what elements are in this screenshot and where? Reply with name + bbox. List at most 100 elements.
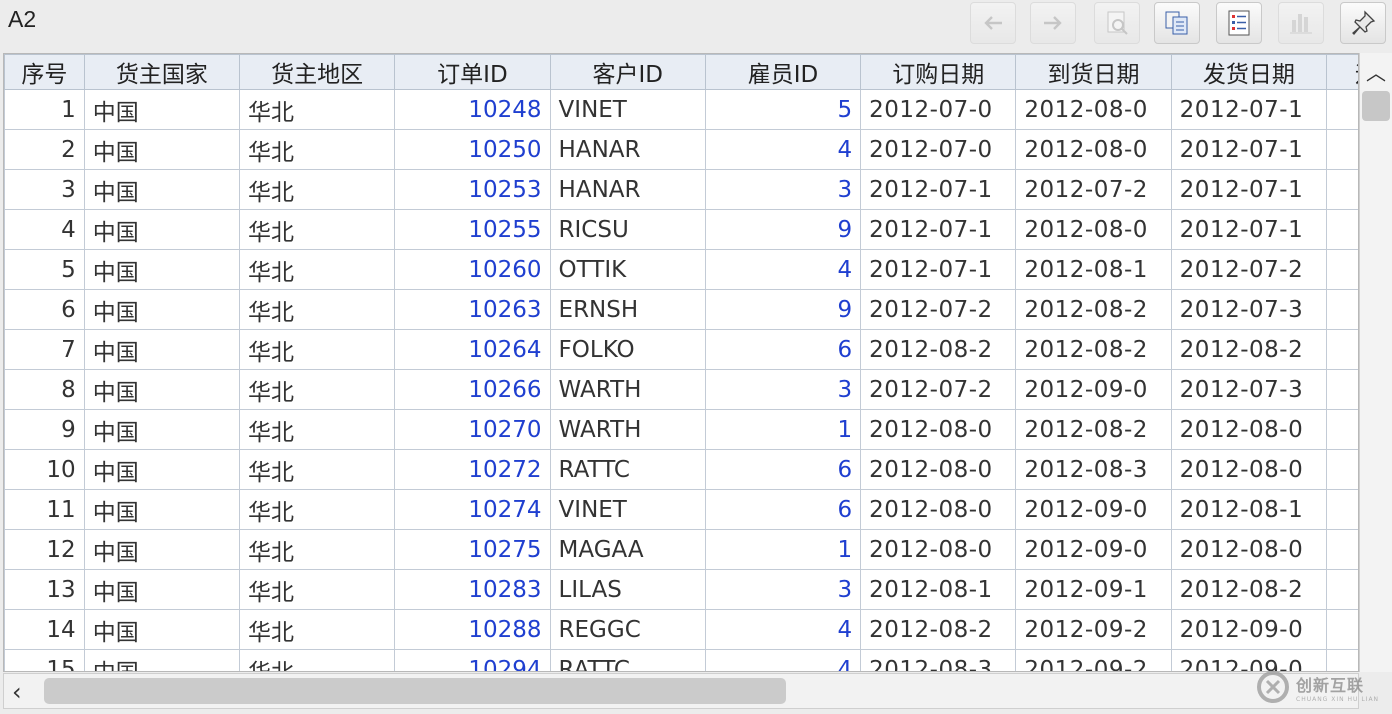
table-cell[interactable]: 10266 <box>394 369 551 410</box>
table-cell[interactable]: 4 <box>4 209 85 250</box>
table-cell[interactable]: 1 <box>704 529 862 570</box>
table-cell[interactable] <box>1325 529 1358 570</box>
table-cell[interactable]: 中国 <box>83 329 240 370</box>
table-cell[interactable]: 华北 <box>238 529 396 570</box>
table-cell[interactable]: 2012-07-1 <box>1170 209 1327 250</box>
table-cell[interactable]: 10253 <box>394 169 551 210</box>
table-cell[interactable]: 2012-07-2 <box>860 289 1017 330</box>
table-cell[interactable]: 华北 <box>238 569 396 610</box>
table-cell[interactable]: RATTC <box>549 449 706 490</box>
table-cell[interactable]: RICSU <box>549 209 706 250</box>
table-row[interactable]: 13 中国 华北 10283 LILAS 3 2012-08-1 2012-09-1 2012-… <box>4 569 1358 610</box>
table-cell[interactable]: 8 <box>4 369 85 410</box>
table-cell[interactable]: 14 <box>4 609 85 650</box>
table-cell[interactable]: 华北 <box>238 209 396 250</box>
table-cell[interactable]: 华北 <box>238 289 396 330</box>
table-cell[interactable]: 2012-08-2 <box>1015 409 1172 450</box>
table-cell[interactable] <box>1325 169 1358 210</box>
table-cell[interactable]: 2012-09-0 <box>1015 369 1172 410</box>
column-header[interactable]: 客户ID <box>549 54 706 90</box>
table-cell[interactable]: HANAR <box>549 129 706 170</box>
table-cell[interactable]: 华北 <box>238 649 396 671</box>
table-cell[interactable] <box>1325 369 1358 410</box>
table-cell[interactable]: 2012-08-0 <box>860 449 1017 490</box>
table-cell[interactable]: 2012-07-2 <box>1170 249 1327 290</box>
table-cell[interactable]: 10275 <box>394 529 551 570</box>
table-cell[interactable]: 3 <box>704 369 862 410</box>
table-cell[interactable]: VINET <box>549 89 706 130</box>
table-cell[interactable]: 2012-07-1 <box>860 249 1017 290</box>
table-cell[interactable] <box>1325 89 1358 130</box>
chart-button[interactable] <box>1278 2 1324 44</box>
table-cell[interactable]: 6 <box>704 489 862 530</box>
table-cell[interactable]: 10294 <box>394 649 551 671</box>
table-cell[interactable]: 2012-07-1 <box>860 209 1017 250</box>
table-cell[interactable]: 1 <box>4 89 85 130</box>
table-cell[interactable]: 10263 <box>394 289 551 330</box>
table-cell[interactable]: 2012-08-0 <box>1170 409 1327 450</box>
table-cell[interactable]: 6 <box>704 329 862 370</box>
table-row[interactable]: 7 中国 华北 10264 FOLKO 6 2012-08-2 2012-08-2 2012-0… <box>4 329 1358 370</box>
table-cell[interactable] <box>1325 489 1358 530</box>
table-cell[interactable]: 2012-09-1 <box>1015 569 1172 610</box>
table-cell[interactable]: 6 <box>4 289 85 330</box>
table-cell[interactable]: 10264 <box>394 329 551 370</box>
table-cell[interactable]: 10274 <box>394 489 551 530</box>
table-cell[interactable]: MAGAA <box>549 529 706 570</box>
horizontal-scroll-thumb[interactable] <box>44 678 786 704</box>
table-cell[interactable]: 2012-08-2 <box>1170 329 1327 370</box>
column-header[interactable]: 货主地区 <box>238 54 396 90</box>
table-cell[interactable]: 10260 <box>394 249 551 290</box>
table-row[interactable]: 15中国华北10294RATTC42012-08-32012-09-22012-… <box>4 649 1358 671</box>
table-cell[interactable]: 2012-08-0 <box>1015 209 1172 250</box>
table-cell[interactable]: 2012-09-2 <box>1015 609 1172 650</box>
table-row[interactable]: 11 中国 华北 10274 VINET 6 2012-08-0 2012-09-0 2012-… <box>4 489 1358 530</box>
table-cell[interactable]: 9 <box>704 209 862 250</box>
table-row[interactable]: 14 中国 华北 10288 REGGC 4 2012-08-2 2012-09-2 2012-… <box>4 609 1358 650</box>
table-cell[interactable]: 13 <box>4 569 85 610</box>
back-button[interactable] <box>970 2 1016 44</box>
data-grid[interactable]: 序号 货主国家 货主地区 订单ID 客户ID 雇员ID 订购日期 到货日期 发货… <box>3 53 1359 672</box>
table-cell[interactable]: 华北 <box>238 489 396 530</box>
table-cell[interactable]: RATTC <box>549 649 706 671</box>
table-row[interactable]: 8 中国 华北 10266 WARTH 3 2012-07-2 2012-09-0 2012-0… <box>4 369 1358 410</box>
table-cell[interactable]: 10 <box>4 449 85 490</box>
table-cell[interactable]: 2012-09-0 <box>1015 529 1172 570</box>
table-row[interactable]: 6 中国 华北 10263 ERNSH 9 2012-07-2 2012-08-2 2012-0… <box>4 289 1358 330</box>
table-cell[interactable]: 4 <box>704 129 862 170</box>
table-cell[interactable] <box>1325 409 1358 450</box>
column-header[interactable]: 货主国家 <box>83 54 240 90</box>
table-cell[interactable]: 2012-08-1 <box>860 569 1017 610</box>
table-cell[interactable] <box>1325 209 1358 250</box>
table-cell[interactable]: 2012-08-1 <box>1015 249 1172 290</box>
vertical-scroll-thumb[interactable] <box>1362 91 1390 121</box>
table-cell[interactable]: 2012-08-0 <box>1170 529 1327 570</box>
column-header[interactable]: 到货日期 <box>1015 54 1172 90</box>
table-cell[interactable]: 中国 <box>83 529 240 570</box>
table-cell[interactable]: 9 <box>704 289 862 330</box>
scroll-up-icon[interactable]: ︿ <box>1360 57 1392 85</box>
table-cell[interactable]: 5 <box>704 89 862 130</box>
table-cell[interactable]: WARTH <box>549 369 706 410</box>
table-cell[interactable]: 2012-08-3 <box>1015 449 1172 490</box>
table-cell[interactable]: 2012-07-1 <box>1170 89 1327 130</box>
table-cell[interactable] <box>1325 289 1358 330</box>
table-cell[interactable]: LILAS <box>549 569 706 610</box>
table-cell[interactable]: 2012-08-2 <box>860 609 1017 650</box>
table-cell[interactable] <box>1325 129 1358 170</box>
table-cell[interactable]: 3 <box>704 169 862 210</box>
table-cell[interactable]: HANAR <box>549 169 706 210</box>
table-cell[interactable]: 10272 <box>394 449 551 490</box>
table-cell[interactable]: 2012-08-0 <box>1015 89 1172 130</box>
table-cell[interactable]: 中国 <box>83 449 240 490</box>
table-row[interactable]: 3 中国 华北 10253 HANAR 3 2012-07-1 2012-07-2 2012-0… <box>4 169 1358 210</box>
table-cell[interactable]: 3 <box>704 569 862 610</box>
table-cell[interactable] <box>1325 249 1358 290</box>
table-cell[interactable]: 4 <box>704 609 862 650</box>
table-cell[interactable]: 中国 <box>83 649 240 671</box>
table-cell[interactable]: 中国 <box>83 209 240 250</box>
table-cell[interactable]: 10248 <box>394 89 551 130</box>
table-cell[interactable]: 中国 <box>83 89 240 130</box>
table-cell[interactable]: 2012-08-0 <box>860 529 1017 570</box>
table-cell[interactable]: 2012-07-3 <box>1170 289 1327 330</box>
